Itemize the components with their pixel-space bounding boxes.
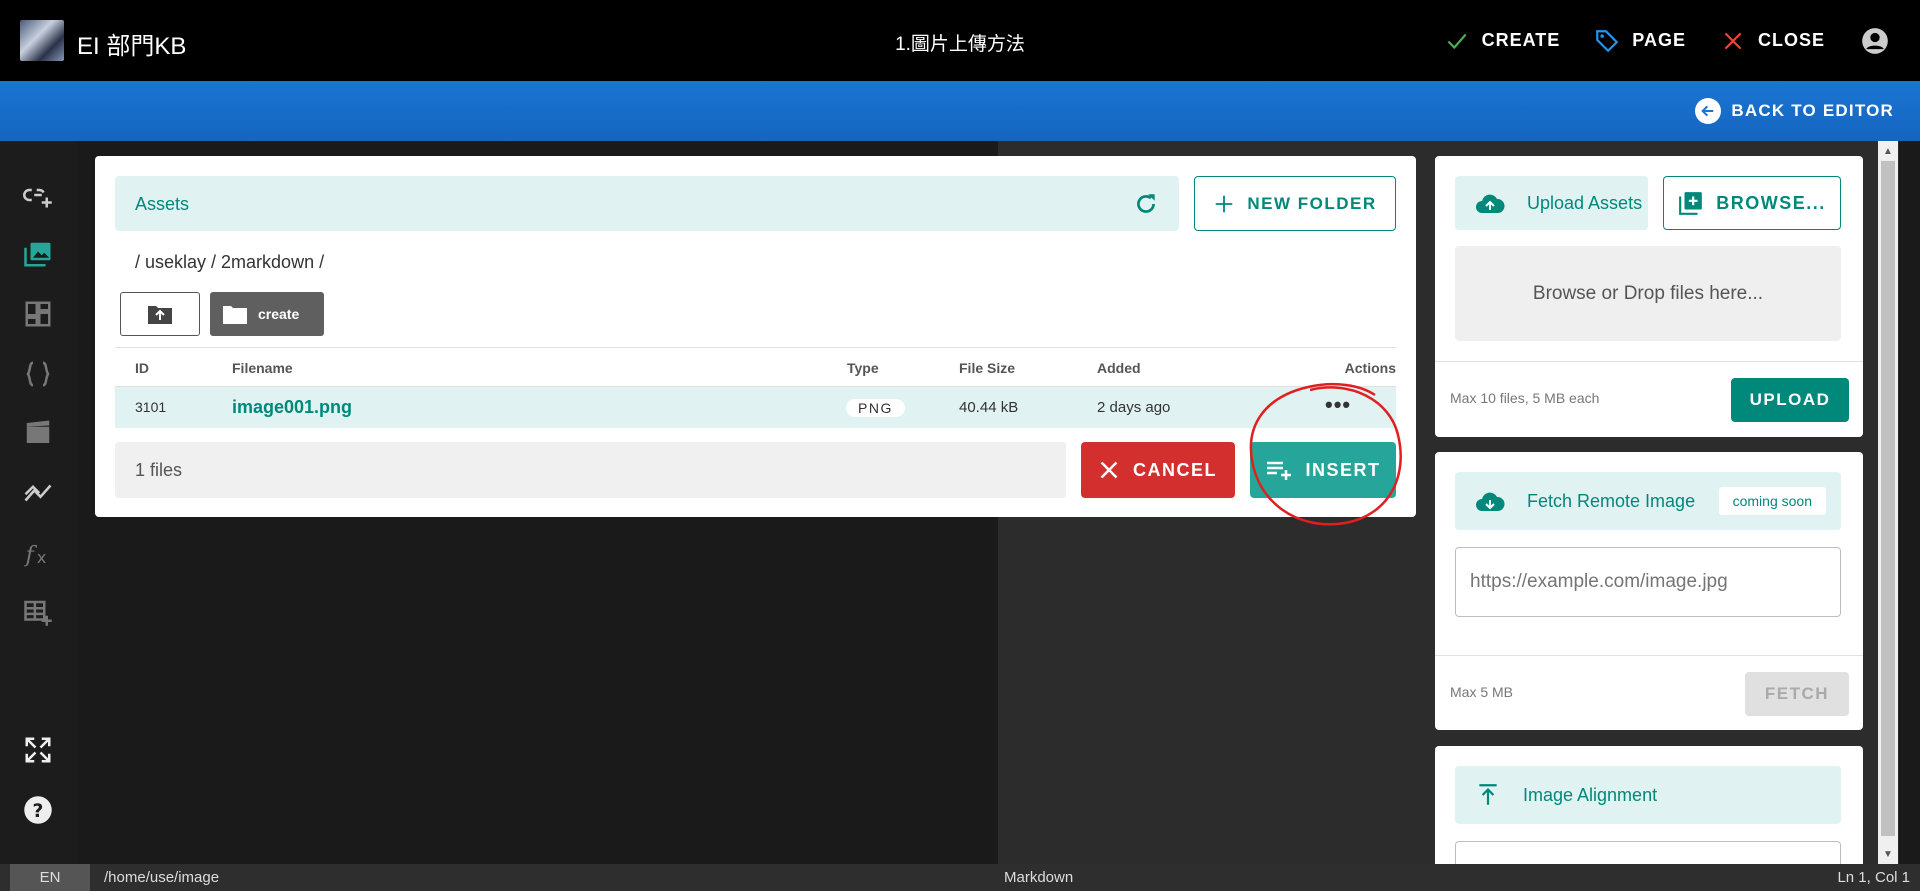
dashboard-icon[interactable] bbox=[22, 298, 54, 330]
row-actions-menu-icon[interactable]: ••• bbox=[1325, 387, 1351, 423]
function-icon[interactable]: fx bbox=[22, 537, 54, 569]
chart-icon[interactable] bbox=[22, 477, 54, 509]
check-icon bbox=[1447, 33, 1467, 49]
remote-url-input[interactable] bbox=[1455, 547, 1841, 617]
col-file-size[interactable]: File Size bbox=[959, 348, 1015, 388]
current-path: /home/use/image bbox=[104, 869, 220, 886]
browse-button[interactable]: BROWSE... bbox=[1663, 176, 1841, 230]
cursor-position: Ln 1, Col 1 bbox=[1837, 869, 1910, 886]
parent-folder-button[interactable] bbox=[120, 292, 200, 336]
link-plus-icon[interactable] bbox=[22, 179, 54, 211]
folder-create-label: create bbox=[258, 306, 300, 322]
table-plus-icon[interactable] bbox=[22, 596, 54, 628]
image-alignment-title: Image Alignment bbox=[1523, 784, 1658, 805]
refresh-icon[interactable] bbox=[1133, 191, 1159, 217]
arrow-left-circle-icon bbox=[1695, 98, 1722, 124]
col-type[interactable]: Type bbox=[847, 348, 879, 388]
library-plus-icon bbox=[1679, 192, 1703, 215]
upload-card: Upload Assets BROWSE... Browse or Drop f… bbox=[1435, 156, 1863, 437]
svg-text:f: f bbox=[24, 542, 38, 568]
fetch-footer: Max 5 MB FETCH bbox=[1435, 655, 1863, 730]
fetch-remote-header: Fetch Remote Image coming soon bbox=[1455, 472, 1841, 530]
row-id: 3101 bbox=[135, 399, 167, 415]
back-to-editor-button[interactable]: BACK TO EDITOR bbox=[1695, 95, 1894, 127]
assets-header: Assets bbox=[115, 176, 1179, 231]
upload-footer: Max 10 files, 5 MB each UPLOAD bbox=[1435, 361, 1863, 437]
help-icon[interactable]: ? bbox=[22, 794, 54, 826]
col-filename[interactable]: Filename bbox=[232, 348, 293, 388]
status-bar: EN /home/use/image Markdown Ln 1, Col 1 bbox=[0, 864, 1920, 891]
upload-assets-label: Upload Assets bbox=[1527, 193, 1643, 213]
upload-limit-text: Max 10 files, 5 MB each bbox=[1450, 390, 1600, 406]
account-circle-icon bbox=[1862, 27, 1888, 54]
cloud-download-icon bbox=[1476, 492, 1505, 511]
folder-create[interactable]: create bbox=[210, 292, 324, 336]
page-label: PAGE bbox=[1632, 30, 1686, 50]
editor-toolbar: BACK TO EDITOR bbox=[0, 81, 1920, 141]
row-filename: image001.png bbox=[232, 397, 353, 417]
fetch-button[interactable]: FETCH bbox=[1745, 672, 1849, 716]
close-icon bbox=[1100, 461, 1118, 479]
back-to-editor-label: BACK TO EDITOR bbox=[1731, 101, 1894, 120]
close-button[interactable]: CLOSE bbox=[1703, 0, 1842, 81]
cancel-label: CANCEL bbox=[1133, 459, 1217, 480]
new-folder-button[interactable]: NEW FOLDER bbox=[1194, 176, 1396, 231]
top-app-bar: EI 部門KB 1.圖片上傳方法 CREATE PAGE CLOSE bbox=[0, 0, 1920, 81]
svg-text:?: ? bbox=[33, 801, 44, 822]
folder-icon bbox=[223, 306, 247, 324]
fullscreen-icon[interactable] bbox=[22, 734, 54, 766]
fetch-remote-card: Fetch Remote Image coming soon Max 5 MB … bbox=[1435, 452, 1863, 730]
new-folder-label: NEW FOLDER bbox=[1247, 193, 1377, 213]
language-indicator[interactable]: EN bbox=[10, 864, 90, 891]
video-icon[interactable] bbox=[22, 417, 54, 449]
image-alignment-header: Image Alignment bbox=[1455, 766, 1841, 824]
col-added[interactable]: Added bbox=[1097, 348, 1141, 388]
right-scrollbar[interactable]: ▲ ▼ bbox=[1878, 141, 1898, 864]
file-dropzone[interactable]: Browse or Drop files here... bbox=[1455, 246, 1841, 341]
cloud-upload-icon bbox=[1476, 194, 1505, 213]
folder-up-icon bbox=[148, 306, 172, 324]
row-added: 2 days ago bbox=[1097, 399, 1171, 416]
create-label: CREATE bbox=[1481, 30, 1561, 50]
plus-icon bbox=[1216, 195, 1233, 212]
code-braces-icon[interactable] bbox=[22, 358, 54, 390]
insert-button[interactable]: INSERT bbox=[1250, 442, 1396, 498]
row-size: 40.44 kB bbox=[959, 399, 1019, 416]
assets-dialog: Assets NEW FOLDER / useklay / 2markdown … bbox=[95, 156, 1416, 517]
table-row[interactable]: 3101 image001.png PNG 40.44 kB 2 days ag… bbox=[115, 387, 1396, 428]
close-label: CLOSE bbox=[1757, 30, 1825, 50]
insert-label: INSERT bbox=[1305, 459, 1381, 480]
close-icon bbox=[1724, 32, 1742, 49]
row-type-chip: PNG bbox=[846, 399, 905, 417]
breadcrumb[interactable]: / useklay / 2markdown / bbox=[135, 252, 324, 273]
page-button[interactable]: PAGE bbox=[1577, 0, 1703, 81]
image-icon[interactable] bbox=[22, 238, 54, 270]
create-button[interactable]: CREATE bbox=[1427, 0, 1578, 81]
col-id[interactable]: ID bbox=[135, 348, 149, 388]
fetch-remote-title: Fetch Remote Image bbox=[1527, 490, 1696, 511]
scroll-up-icon[interactable]: ▲ bbox=[1878, 143, 1898, 159]
upload-assets-header: Upload Assets bbox=[1455, 176, 1648, 230]
assets-table: ID Filename Type File Size Added Actions… bbox=[115, 347, 1396, 428]
assets-title: Assets bbox=[135, 194, 190, 214]
tag-icon bbox=[1596, 29, 1619, 52]
cancel-button[interactable]: CANCEL bbox=[1081, 442, 1235, 498]
files-count: 1 files bbox=[115, 442, 1066, 498]
browse-label: BROWSE... bbox=[1716, 192, 1826, 213]
scrollbar-thumb[interactable] bbox=[1881, 161, 1895, 836]
coming-soon-badge: coming soon bbox=[1718, 487, 1826, 515]
align-top-icon bbox=[1479, 784, 1497, 805]
table-header: ID Filename Type File Size Added Actions bbox=[115, 347, 1396, 387]
playlist-plus-icon bbox=[1267, 461, 1292, 480]
editor-sidebar: fx ? bbox=[0, 141, 77, 864]
editor-mode: Markdown bbox=[1004, 869, 1074, 886]
account-button[interactable] bbox=[1852, 0, 1898, 81]
scroll-down-icon[interactable]: ▼ bbox=[1878, 846, 1898, 862]
upload-button[interactable]: UPLOAD bbox=[1731, 378, 1849, 422]
svg-text:x: x bbox=[37, 548, 47, 567]
col-actions: Actions bbox=[1344, 360, 1396, 376]
fetch-limit-text: Max 5 MB bbox=[1450, 684, 1514, 700]
